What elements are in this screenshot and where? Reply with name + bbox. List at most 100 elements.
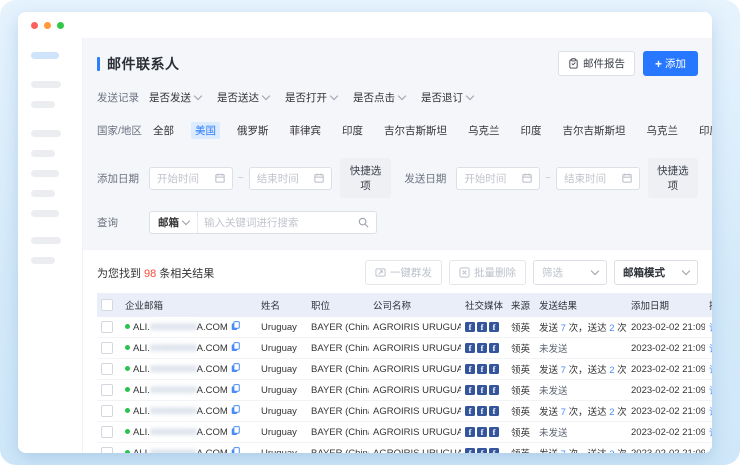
send-filter-group: 是否发送 是否送达 是否打开 是否点击 是否退订: [149, 90, 489, 105]
sidebar-item[interactable]: [31, 190, 55, 197]
facebook-icon[interactable]: f: [465, 427, 475, 437]
facebook-icon[interactable]: f: [465, 385, 475, 395]
mass-send-button[interactable]: 一键群发: [365, 260, 442, 285]
copy-icon[interactable]: [231, 321, 240, 331]
facebook-icon[interactable]: f: [465, 322, 475, 332]
country-option[interactable]: 全部: [149, 122, 178, 139]
add-date-quick-options-button[interactable]: 快捷选项: [340, 158, 390, 198]
mail-report-button[interactable]: 邮件报告: [558, 51, 635, 76]
social-cell: fff: [461, 422, 507, 443]
row-checkbox[interactable]: [101, 426, 113, 438]
filter-select[interactable]: 筛选: [533, 260, 607, 285]
sidebar-item-active[interactable]: [31, 52, 59, 59]
facebook-icon[interactable]: f: [477, 322, 487, 332]
detail-link[interactable]: 详情: [709, 428, 712, 439]
result-text: 次，送达: [566, 323, 609, 334]
facebook-icon[interactable]: f: [489, 343, 499, 353]
row-checkbox[interactable]: [101, 405, 113, 417]
copy-icon[interactable]: [231, 447, 240, 453]
sidebar-item[interactable]: [31, 150, 55, 157]
source-cell: 领英: [507, 422, 535, 443]
facebook-icon[interactable]: f: [489, 364, 499, 374]
send-date-quick-options-button[interactable]: 快捷选项: [648, 158, 698, 198]
facebook-icon[interactable]: f: [489, 385, 499, 395]
detail-link[interactable]: 详情: [709, 323, 712, 334]
facebook-icon[interactable]: f: [489, 427, 499, 437]
send-date-start-input[interactable]: 开始时间: [456, 167, 540, 190]
facebook-icon[interactable]: f: [477, 448, 487, 454]
country-option[interactable]: 印度: [695, 122, 712, 139]
sidebar-item[interactable]: [31, 101, 55, 108]
detail-link[interactable]: 详情: [709, 344, 712, 355]
chevron-down-icon: [262, 92, 270, 100]
add-date-start-input[interactable]: 开始时间: [149, 167, 233, 190]
country-option[interactable]: 印度: [517, 122, 546, 139]
country-option[interactable]: 菲律宾: [286, 122, 326, 139]
facebook-icon[interactable]: f: [477, 427, 487, 437]
query-type-select[interactable]: 邮箱: [150, 212, 198, 233]
facebook-icon[interactable]: f: [465, 406, 475, 416]
traffic-light-maximize[interactable]: [57, 22, 64, 29]
copy-icon[interactable]: [231, 363, 240, 373]
name-cell: Uruguay: [257, 317, 307, 338]
search-icon[interactable]: [358, 217, 369, 228]
detail-link[interactable]: 详情: [709, 386, 712, 397]
send-date-end-input[interactable]: 结束时间: [556, 167, 640, 190]
copy-icon[interactable]: [231, 426, 240, 436]
search-input[interactable]: 输入关键词进行搜索: [198, 215, 358, 230]
detail-link[interactable]: 详情: [709, 365, 712, 376]
actions-cell: 详情更多: [705, 359, 712, 380]
copy-icon[interactable]: [231, 405, 240, 415]
send-filter-dropdown[interactable]: 是否点击: [353, 90, 405, 105]
add-date-end-input[interactable]: 结束时间: [249, 167, 333, 190]
send-filter-dropdown[interactable]: 是否退订: [421, 90, 473, 105]
row-checkbox[interactable]: [101, 363, 113, 375]
country-option[interactable]: 印度: [338, 122, 367, 139]
sidebar-item[interactable]: [31, 210, 59, 217]
send-record-label: 发送记录: [97, 90, 149, 105]
country-option[interactable]: 乌克兰: [643, 122, 683, 139]
row-checkbox[interactable]: [101, 342, 113, 354]
facebook-icon[interactable]: f: [477, 364, 487, 374]
copy-icon[interactable]: [231, 384, 240, 394]
company-cell: AGROIRIS URUGUAY: [369, 338, 461, 359]
copy-icon[interactable]: [231, 342, 240, 352]
facebook-icon[interactable]: f: [465, 364, 475, 374]
country-option[interactable]: 俄罗斯: [233, 122, 273, 139]
chevron-down-icon: [466, 92, 474, 100]
sidebar-item[interactable]: [31, 81, 61, 88]
send-filter-dropdown[interactable]: 是否打开: [285, 90, 337, 105]
batch-delete-button[interactable]: 批量删除: [449, 260, 526, 285]
country-option[interactable]: 吉尔吉斯斯坦: [559, 122, 630, 139]
select-all-checkbox[interactable]: [101, 299, 113, 311]
chevron-down-icon: [194, 92, 202, 100]
sidebar-item[interactable]: [31, 170, 59, 177]
sidebar-item[interactable]: [31, 130, 61, 137]
facebook-icon[interactable]: f: [477, 385, 487, 395]
row-checkbox[interactable]: [101, 384, 113, 396]
facebook-icon[interactable]: f: [489, 406, 499, 416]
row-checkbox[interactable]: [101, 447, 113, 453]
facebook-icon[interactable]: f: [465, 343, 475, 353]
traffic-light-close[interactable]: [31, 22, 38, 29]
sidebar-item[interactable]: [31, 237, 61, 244]
country-option[interactable]: 吉尔吉斯斯坦: [380, 122, 451, 139]
detail-link[interactable]: 详情: [709, 449, 712, 453]
country-option[interactable]: 美国: [191, 122, 220, 139]
facebook-icon[interactable]: f: [465, 448, 475, 454]
source-cell: 领英: [507, 359, 535, 380]
send-filter-dropdown[interactable]: 是否发送: [149, 90, 201, 105]
traffic-light-minimize[interactable]: [44, 22, 51, 29]
country-option[interactable]: 乌克兰: [464, 122, 504, 139]
facebook-icon[interactable]: f: [477, 343, 487, 353]
facebook-icon[interactable]: f: [489, 448, 499, 454]
add-button[interactable]: + 添加: [643, 51, 698, 76]
facebook-icon[interactable]: f: [489, 322, 499, 332]
mailbox-mode-select[interactable]: 邮箱模式: [614, 260, 698, 285]
facebook-icon[interactable]: f: [477, 406, 487, 416]
sidebar-item[interactable]: [31, 257, 55, 264]
send-filter-dropdown[interactable]: 是否送达: [217, 90, 269, 105]
row-checkbox[interactable]: [101, 321, 113, 333]
detail-link[interactable]: 详情: [709, 407, 712, 418]
online-status-icon: [125, 429, 130, 434]
